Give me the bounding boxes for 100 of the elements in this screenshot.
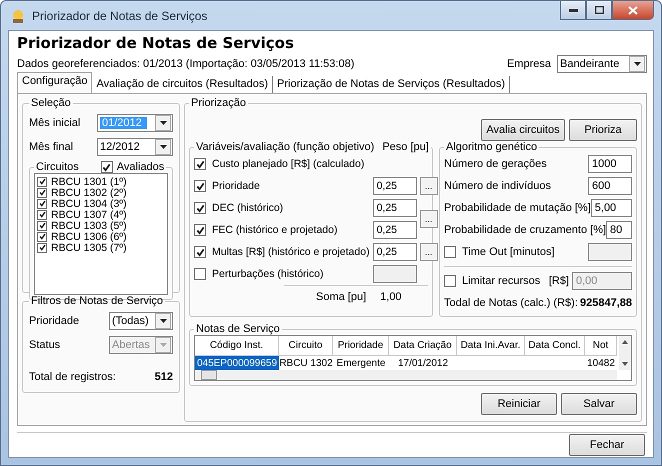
filter-select[interactable]: (Todas) [109,312,173,330]
company-select[interactable]: Bandeirante [557,55,647,73]
list-item[interactable]: RBCU 1303 (5º) [51,220,127,232]
table-cell: 045EP000099659 [195,356,279,370]
checkbox[interactable] [194,202,206,214]
group-title: Seleção [30,97,72,109]
list-item[interactable]: RBCU 1302 (2º) [51,186,127,198]
checkbox-label: Avaliados [116,161,164,173]
sum-value: 1,00 [380,291,402,303]
checkbox[interactable] [37,176,47,186]
checkbox[interactable] [194,158,206,170]
unit-label: [R$] [548,275,569,287]
list-item[interactable]: RBCU 1301 (1º) [51,176,127,188]
horizontal-scrollbar[interactable] [195,370,617,380]
action-button[interactable]: Reiniciar [481,393,557,415]
checkbox[interactable] [37,188,47,198]
close-icon [628,6,638,14]
tab[interactable]: Configuração [17,72,92,93]
column-header[interactable]: Data Ini.Avar. [457,336,525,356]
field-label: Mês final [29,141,74,153]
column-header[interactable]: Circuito [279,336,333,356]
field-label: Mês inicial [29,117,80,129]
number-input[interactable]: 80 [606,221,632,239]
table-cell-text: RBCU 1302 [279,356,333,370]
ellipsis-button[interactable]: ... [420,210,438,228]
list-item[interactable]: RBCU 1307 (4º) [51,208,127,220]
subtitle: Dados georeferenciados: 01/2013 (Importação: 03/05/2013 11:53:08) [17,58,354,70]
column-header[interactable]: Data Criação [389,336,457,356]
ellipsis-button[interactable]: ... [420,177,438,195]
table-cell-text: 10482 [586,356,616,370]
circuit-list[interactable]: RBCU 1301 (1º) RBCU 1302 (2º) RBCU 1304 (3º) RBCU 1307 (4º) RBCU 1303 (5º) RBCU 1306 (6º) RBCU 1305 (7º) [34,173,168,295]
close-dialog-button[interactable]: Fechar [569,434,645,456]
field-label: Número de indivíduos [444,180,552,192]
app-icon [10,8,26,24]
checkbox[interactable] [37,210,47,220]
checkbox-label: Perturbações (histórico) [212,268,324,280]
column-header[interactable]: Código Inst. [195,336,279,356]
checkbox-label: Multas [R$] (histórico e projetado) [212,246,370,258]
number-input[interactable]: 5,00 [590,199,632,217]
group-title: Priorização [190,97,248,109]
checkbox[interactable] [194,268,206,280]
scroll-down-icon[interactable] [622,362,628,366]
group-title: Algoritmo genético [445,141,538,153]
checkbox[interactable] [444,275,456,287]
checkbox[interactable] [37,232,47,242]
checkbox[interactable] [444,246,456,258]
minimize-button[interactable] [560,1,586,20]
action-button[interactable]: Prioriza [569,119,637,141]
list-item[interactable]: RBCU 1306 (6º) [51,230,127,242]
page-title: Priorizador de Notas de Serviços [17,34,295,54]
weight-input[interactable]: 0,25 [372,221,417,239]
close-button[interactable] [612,1,654,20]
number-input[interactable]: 600 [588,177,632,195]
field-label: Probabilidade de cruzamento [%] [444,224,606,236]
month-select[interactable]: 12/2012 [97,138,173,156]
action-button[interactable]: Avalia circuitos [481,119,565,141]
number-input[interactable] [588,243,632,261]
group-title: Notas de Serviço [195,323,281,335]
checkbox[interactable] [100,161,113,173]
weight-input[interactable]: 0,25 [372,243,417,261]
weight-input[interactable]: 0,25 [372,199,417,217]
group-title: Filtros de Notas de Serviço [30,295,164,307]
list-item[interactable]: RBCU 1304 (3º) [51,198,127,210]
table-cell-text: 17/01/2012 [396,356,450,370]
vertical-scrollbar[interactable] [619,336,631,370]
sum-label: Soma [pu] [316,291,366,303]
checkbox-label: Prioridade [212,180,260,192]
scroll-up-icon[interactable] [622,340,628,344]
field-label: Prioridade [29,315,80,327]
action-button[interactable]: Salvar [561,393,637,415]
checkbox[interactable] [37,242,47,252]
column-header[interactable]: Data Concl. [525,336,585,356]
ellipsis-button[interactable]: ... [420,243,438,261]
column-header[interactable]: Prioridade [333,336,389,356]
checkbox-label: DEC (histórico) [212,202,284,214]
maximize-button[interactable] [586,1,612,20]
field-label: Empresa [506,58,551,70]
checkbox-label: FEC (histórico e projetado) [212,224,338,236]
weight-input[interactable]: 0,25 [372,177,417,195]
table-cell-text: Emergente [336,356,386,370]
number-input[interactable]: 1000 [588,155,632,173]
checkbox[interactable] [37,198,47,208]
checkbox-label: Custo planejado [R$] (calculado) [212,158,364,170]
total-value: 512 [154,371,173,383]
column-header[interactable]: Not [585,336,617,356]
maximize-icon [594,6,604,14]
total-label: Total de registros: [29,371,116,383]
column-header: Peso [pu] [382,141,429,153]
minimize-icon [568,8,578,12]
checkbox[interactable] [194,180,206,192]
checkbox[interactable] [194,224,206,236]
checkbox[interactable] [194,246,206,258]
field-label: Status [29,339,60,351]
checkbox[interactable] [37,220,47,230]
window-title: Priorizador de Notas de Serviços [32,8,208,22]
field-label: Probabilidade de mutação [%] [444,202,591,214]
weight-input[interactable] [372,265,417,283]
field-label: Número de gerações [444,158,547,170]
list-item[interactable]: RBCU 1305 (7º) [51,242,127,254]
group-title: Circuitos [36,161,79,173]
